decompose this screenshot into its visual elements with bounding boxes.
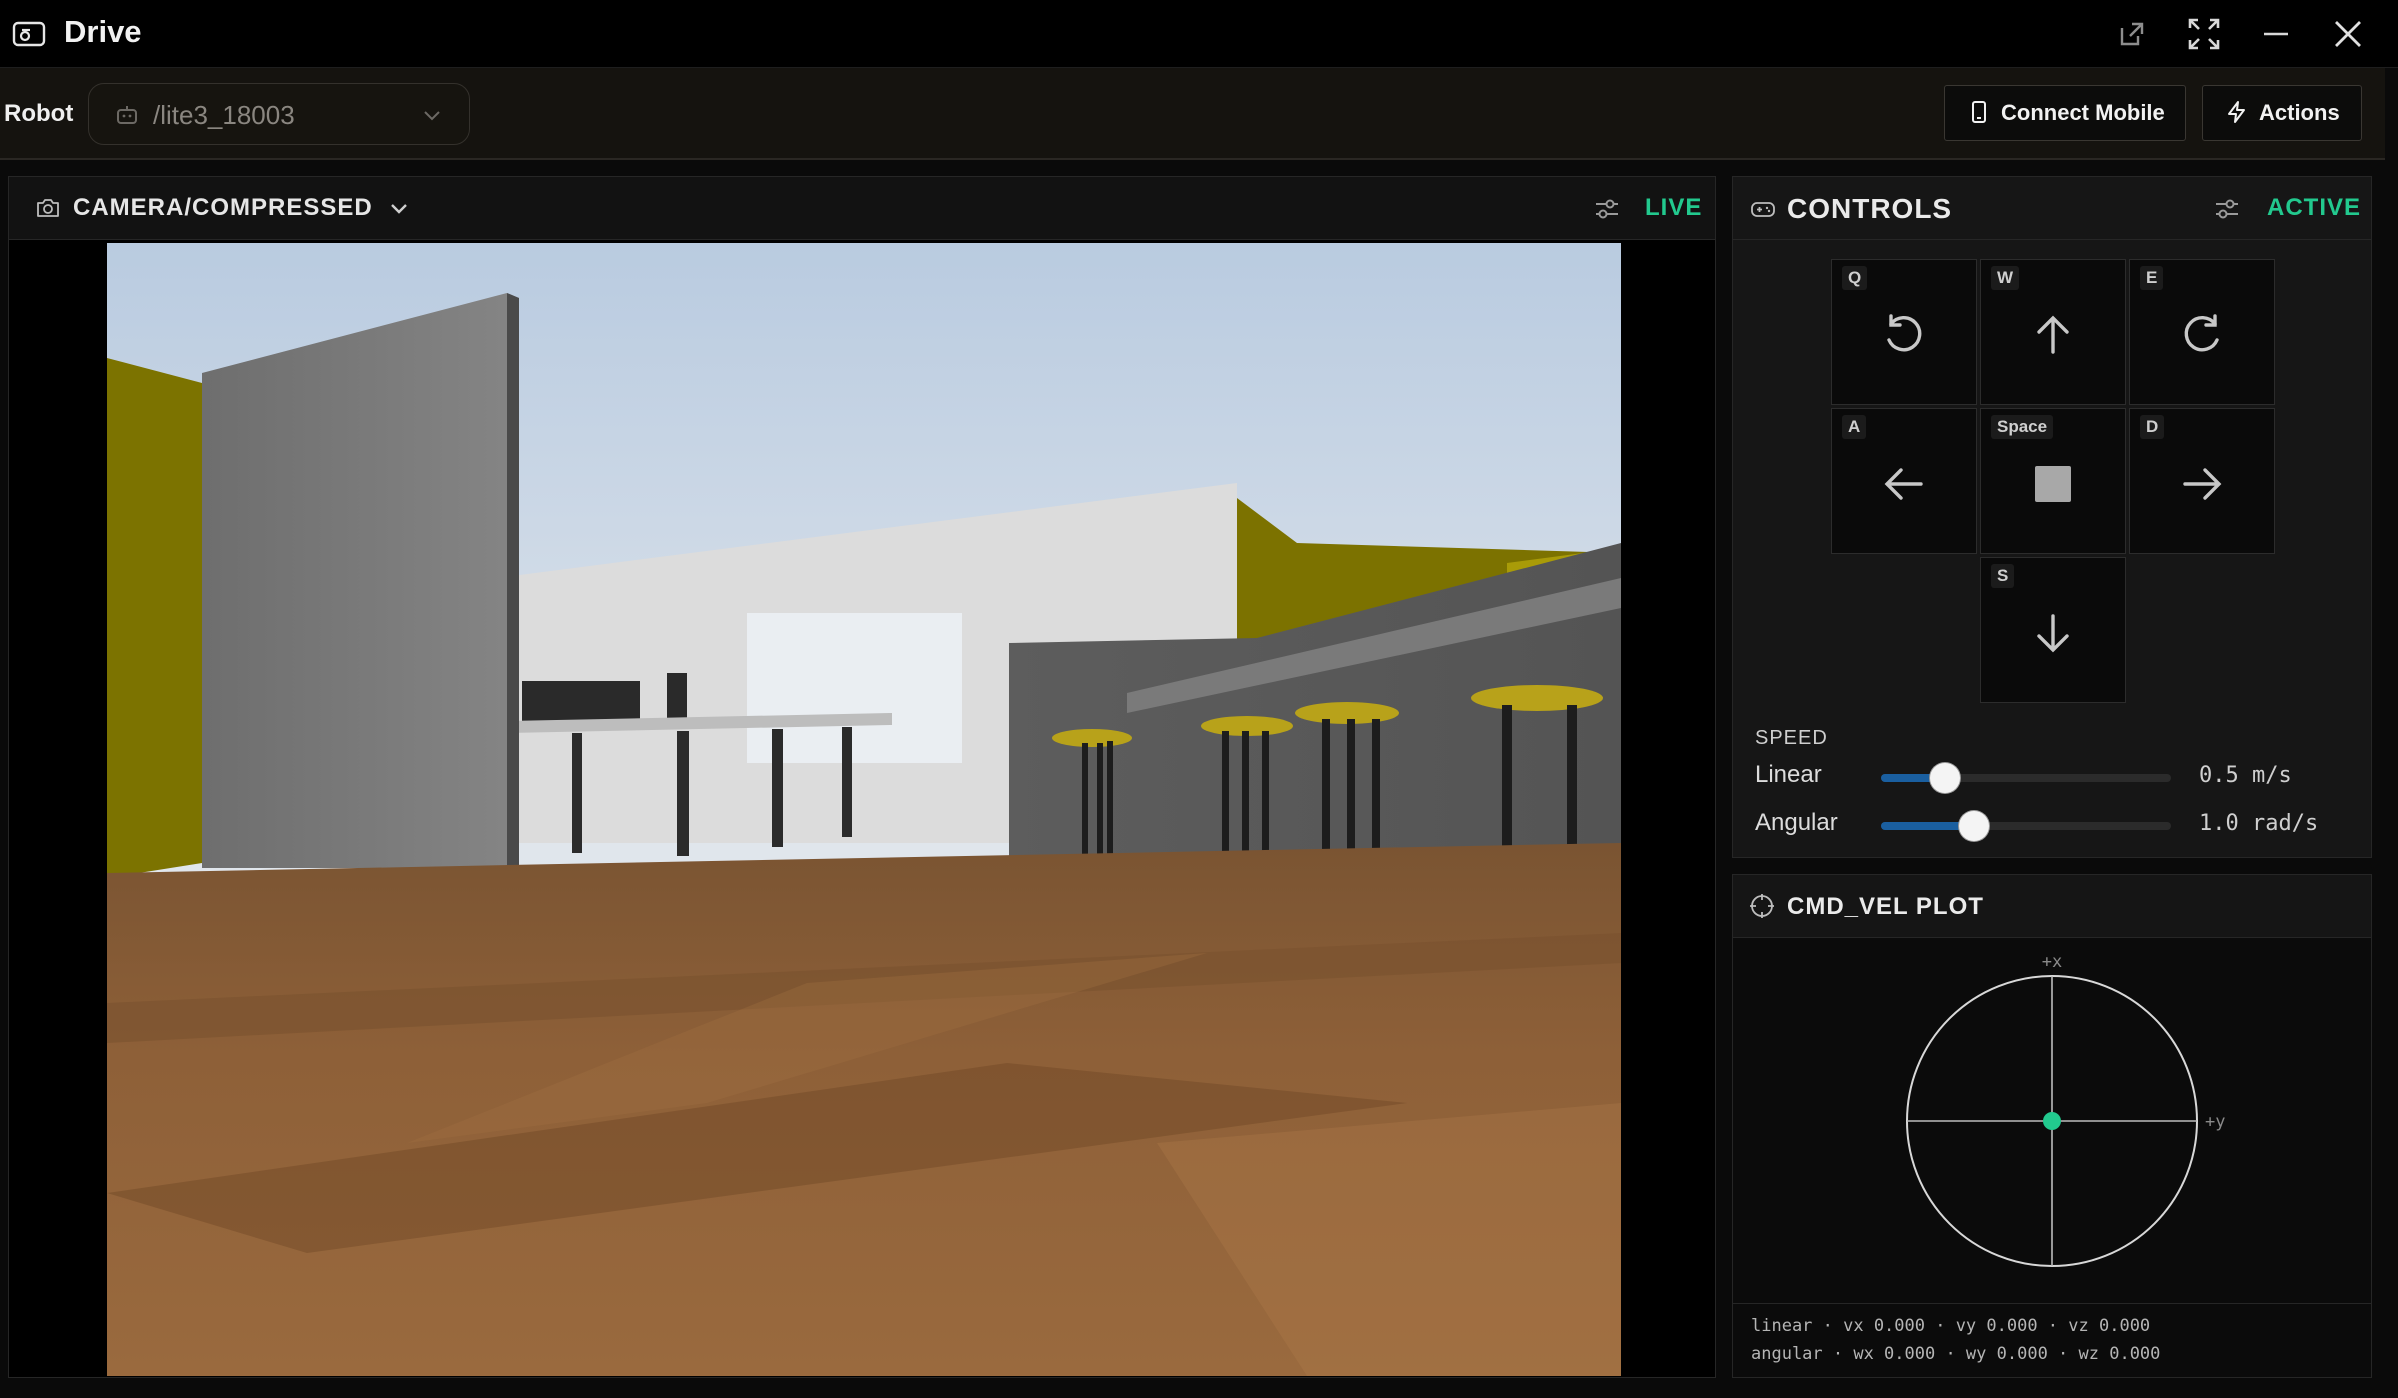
gamepad-icon <box>1749 195 1777 223</box>
angular-speed-value: 1.0 rad/s <box>2199 811 2319 836</box>
cmd-vel-plot-header: CMD_VEL PLOT <box>1733 875 2371 938</box>
camera-feed-image <box>107 243 1621 1376</box>
key-label: Space <box>1991 415 2054 439</box>
key-label: D <box>2140 415 2165 439</box>
arrow-right-icon <box>2183 468 2222 500</box>
angular-speed-thumb[interactable] <box>1958 811 1989 841</box>
connect-mobile-label: Connect Mobile <box>2001 100 2165 125</box>
chevron-down-icon <box>387 196 411 220</box>
controls-panel-header: CONTROLS ACTIVE <box>1733 177 2371 240</box>
key-label: E <box>2140 266 2164 290</box>
minimize-icon[interactable] <box>2256 14 2296 54</box>
lightning-icon <box>2225 100 2249 124</box>
chevron-down-icon <box>421 104 443 126</box>
camera-panel: CAMERA/COMPRESSED LIVE <box>8 176 1716 1378</box>
key-space-stop[interactable]: Space <box>1980 408 2126 554</box>
close-icon[interactable] <box>2328 14 2368 54</box>
settings-sliders-icon[interactable] <box>2213 195 2241 223</box>
camera-topic-select[interactable]: CAMERA/COMPRESSED <box>25 186 425 230</box>
robot-label: Robot <box>4 100 74 127</box>
camera-icon <box>35 195 61 221</box>
key-w-forward[interactable]: W <box>1980 259 2126 405</box>
controls-panel: CONTROLS ACTIVE Q W E A Space D S SPEED … <box>1732 176 2372 858</box>
arrow-up-icon <box>2037 315 2069 354</box>
linear-speed-slider[interactable] <box>1881 763 2171 793</box>
actions-button[interactable]: Actions <box>2202 85 2362 141</box>
plot-x-axis-label: +x <box>2042 952 2062 972</box>
crosshair-icon <box>1749 893 1775 919</box>
key-label: S <box>1991 564 2015 588</box>
key-s-backward[interactable]: S <box>1980 557 2126 703</box>
velocity-point <box>2043 1112 2061 1130</box>
key-d-right[interactable]: D <box>2129 408 2275 554</box>
actions-label: Actions <box>2259 100 2340 125</box>
robot-select[interactable]: /lite3_18003 <box>88 83 470 145</box>
camera-status: LIVE <box>1645 194 1703 221</box>
plot-y-axis-label: +y <box>2205 1112 2225 1132</box>
maximize-icon[interactable] <box>2184 14 2224 54</box>
linear-readout: linear · vx 0.000 · vy 0.000 · vz 0.000 <box>1751 1316 2151 1336</box>
arrow-left-icon <box>1884 468 1923 500</box>
cmd-vel-plot-panel: CMD_VEL PLOT +x +y linear · vx 0.000 · v… <box>1732 874 2372 1378</box>
angular-readout: angular · wx 0.000 · wy 0.000 · wz 0.000 <box>1751 1344 2161 1364</box>
robot-select-value: /lite3_18003 <box>153 100 295 130</box>
arrow-down-icon <box>2037 614 2069 653</box>
key-label: A <box>1842 415 1867 439</box>
cmd-vel-plot-canvas: +x +y <box>1906 952 2225 1267</box>
controls-status: ACTIVE <box>2267 194 2362 221</box>
stop-icon <box>2035 466 2071 502</box>
bot-icon <box>115 103 139 127</box>
key-label: W <box>1991 266 2020 290</box>
speed-section-title: SPEED <box>1755 727 1828 749</box>
window-title: Drive <box>64 14 142 49</box>
window-titlebar: Drive <box>0 0 2398 68</box>
rotate-ccw-icon <box>1887 314 1922 352</box>
smartphone-icon <box>1967 100 1991 124</box>
key-a-left[interactable]: A <box>1831 408 1977 554</box>
angular-speed-label: Angular <box>1755 809 1838 836</box>
connect-mobile-button[interactable]: Connect Mobile <box>1944 85 2186 141</box>
angular-speed-slider[interactable] <box>1881 811 2171 841</box>
settings-sliders-icon[interactable] <box>1593 195 1621 223</box>
linear-speed-value: 0.5 m/s <box>2199 763 2292 788</box>
cmd-vel-plot-title: CMD_VEL PLOT <box>1787 893 1984 920</box>
linear-speed-thumb[interactable] <box>1929 763 1960 793</box>
rotate-cw-icon <box>2184 314 2219 352</box>
drive-icon <box>12 20 46 48</box>
key-q-rotate-left[interactable]: Q <box>1831 259 1977 405</box>
camera-panel-header: CAMERA/COMPRESSED LIVE <box>9 177 1715 240</box>
key-e-rotate-right[interactable]: E <box>2129 259 2275 405</box>
open-external-icon[interactable] <box>2112 14 2152 54</box>
controls-title: CONTROLS <box>1787 193 1953 224</box>
camera-topic-label: CAMERA/COMPRESSED <box>73 194 373 221</box>
key-label: Q <box>1842 266 1868 290</box>
cmd-vel-readout: linear · vx 0.000 · vy 0.000 · vz 0.000 … <box>1733 1303 2371 1377</box>
linear-speed-label: Linear <box>1755 761 1822 788</box>
robot-toolbar: Robot /lite3_18003 Connect Mobile Action… <box>0 68 2385 160</box>
